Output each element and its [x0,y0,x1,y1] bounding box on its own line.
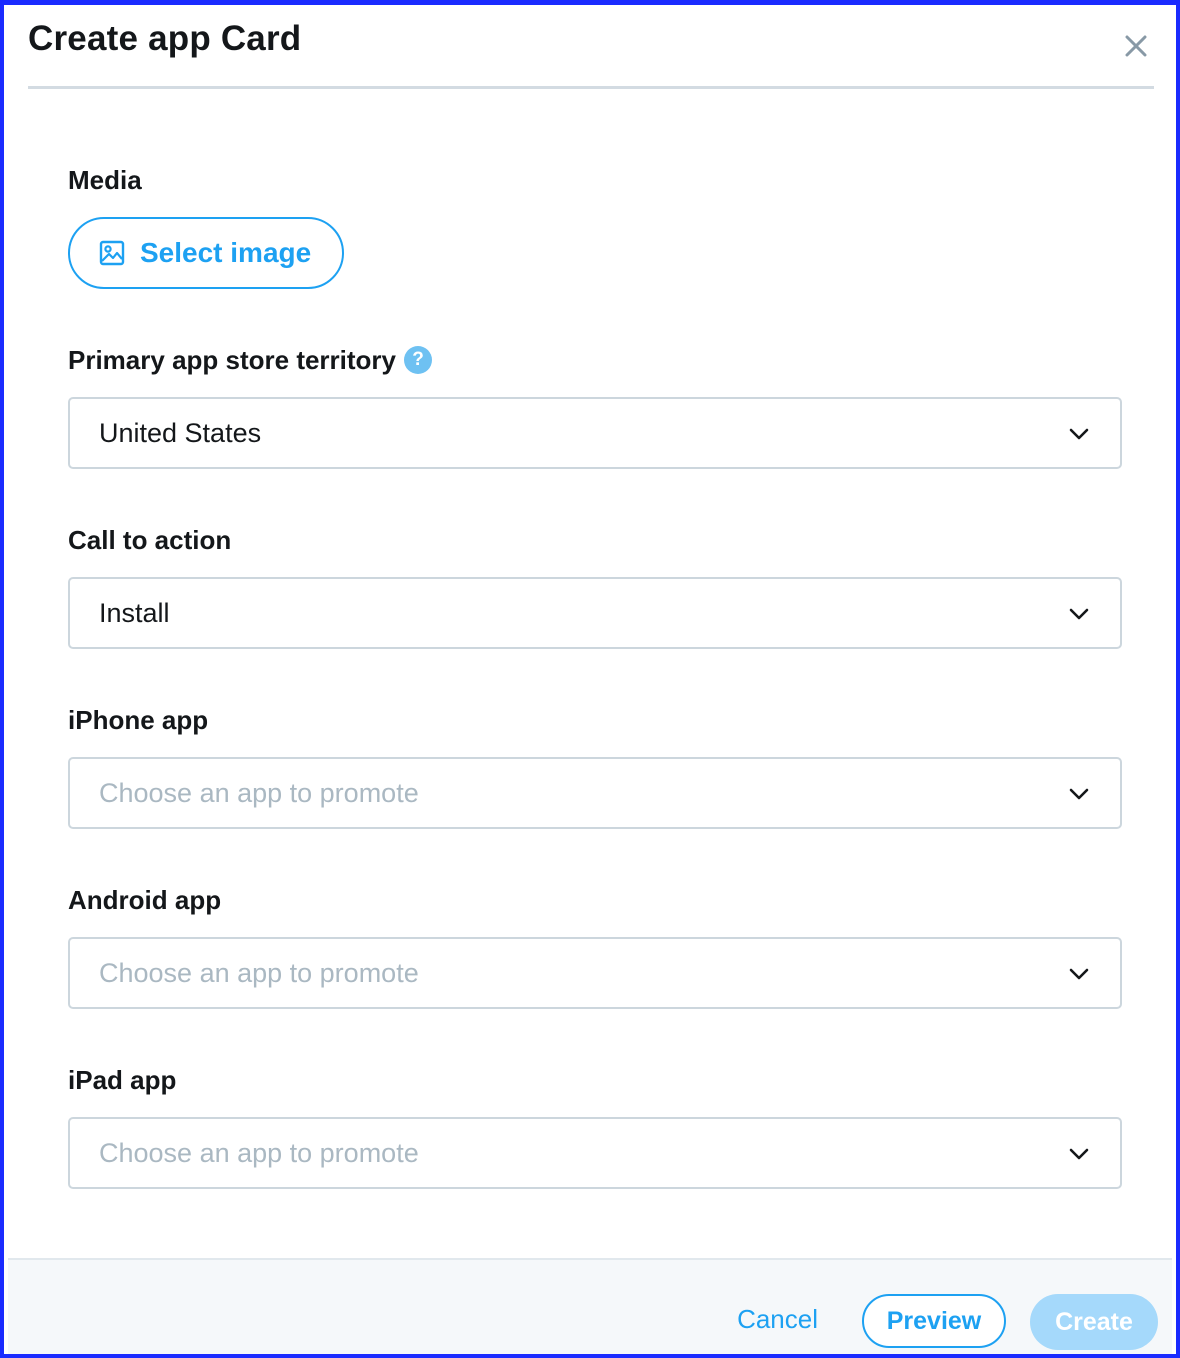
territory-select[interactable]: United States [68,397,1122,469]
chevron-down-icon [1069,788,1089,800]
ipad-app-select[interactable]: Choose an app to promote [68,1117,1122,1189]
android-app-select[interactable]: Choose an app to promote [68,937,1122,1009]
iphone-app-select[interactable]: Choose an app to promote [68,757,1122,829]
dialog-title: Create app Card [28,19,302,58]
ipad-app-label: iPad app [68,1065,177,1095]
media-label: Media [68,165,142,195]
image-icon [99,240,125,266]
chevron-down-icon [1069,968,1089,980]
call-to-action-value: Install [99,598,170,628]
ipad-app-placeholder: Choose an app to promote [99,1138,419,1168]
dialog-header: Create app Card [28,10,1154,89]
create-app-card-dialog: Create app Card Media Select image Prima… [8,10,1172,1354]
android-app-placeholder: Choose an app to promote [99,958,419,988]
territory-value: United States [99,418,262,448]
create-button[interactable]: Create [1030,1294,1158,1350]
window-frame: Create app Card Media Select image Prima… [0,0,1180,1358]
android-app-label: Android app [68,885,222,915]
preview-button[interactable]: Preview [862,1294,1006,1348]
help-icon[interactable]: ? [404,345,433,374]
chevron-down-icon [1069,428,1089,440]
dialog-footer: Cancel Preview Create [8,1258,1172,1354]
chevron-down-icon [1069,608,1089,620]
chevron-down-icon [1069,1148,1089,1160]
territory-label-row: Primary app store territory? [68,345,433,376]
call-to-action-label: Call to action [68,525,232,555]
select-image-button[interactable]: Select image [68,217,344,289]
close-icon[interactable] [1122,32,1150,60]
cancel-button[interactable]: Cancel [737,1304,818,1335]
iphone-app-placeholder: Choose an app to promote [99,778,419,808]
select-image-label: Select image [140,237,312,268]
territory-label: Primary app store territory [68,345,397,375]
iphone-app-label: iPhone app [68,705,209,735]
call-to-action-select[interactable]: Install [68,577,1122,649]
